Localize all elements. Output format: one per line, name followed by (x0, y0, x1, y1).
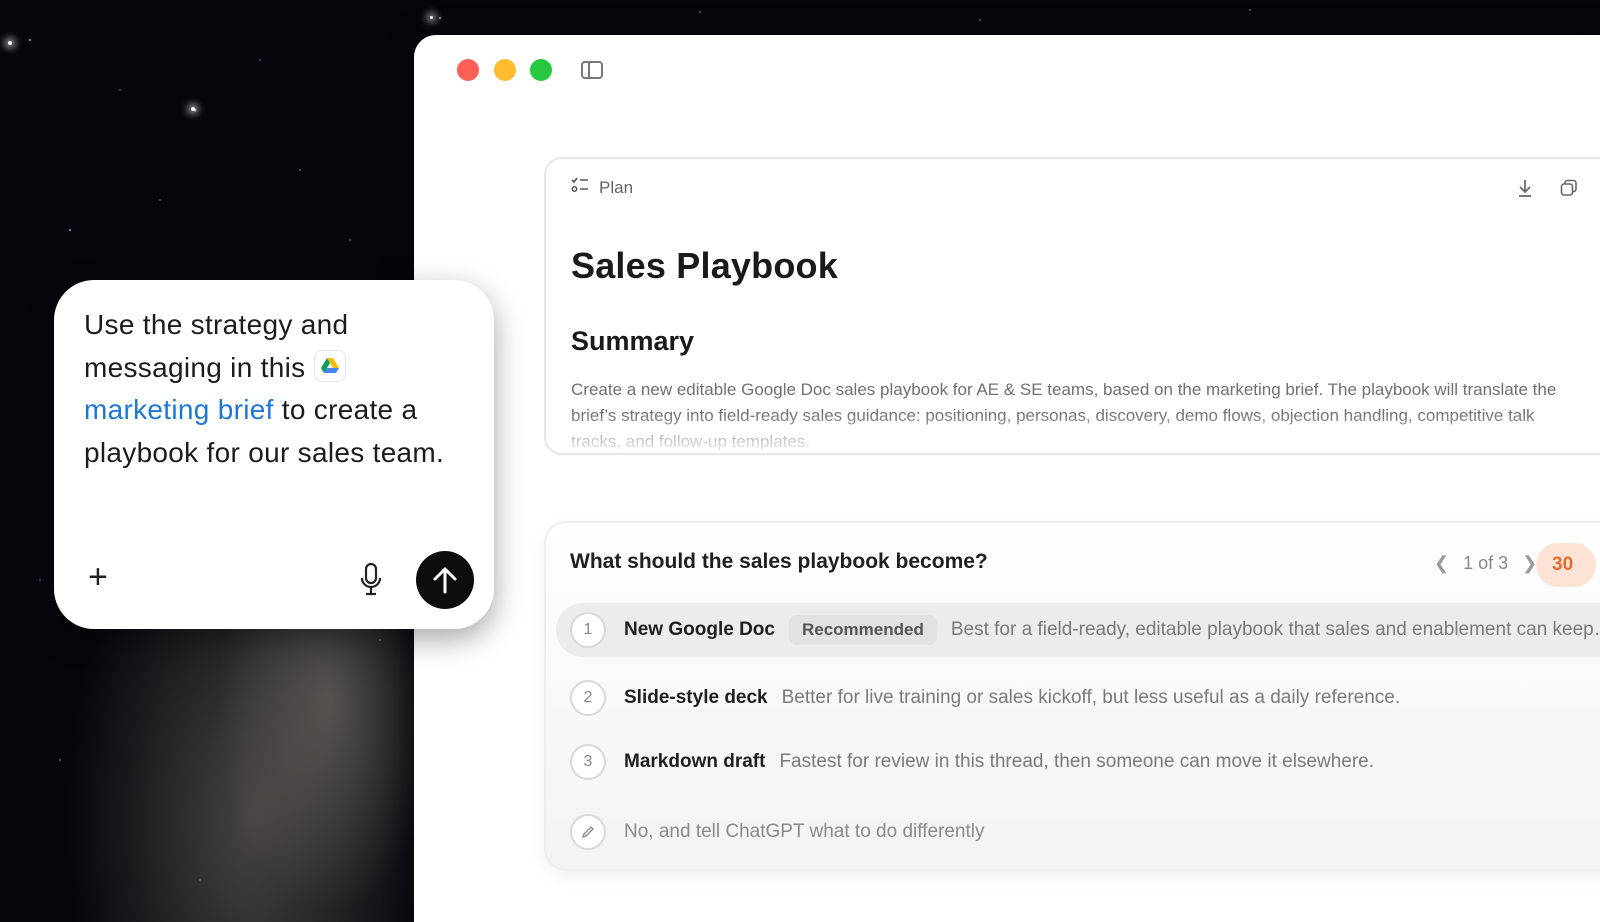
question-title: What should the sales playbook become? (570, 550, 988, 573)
prompt-composer: Use the strategy and messaging in this m… (54, 280, 494, 629)
star (191, 107, 195, 111)
star (430, 16, 433, 19)
option-title: New Google Doc (624, 619, 775, 640)
arrow-up-icon (433, 567, 457, 594)
summary-heading: Summary (571, 326, 695, 356)
option-title: Markdown draft (624, 751, 766, 772)
plan-label: Plan (599, 177, 634, 197)
option-description: Fastest for review in this thread, then … (779, 751, 1375, 772)
option-markdown-draft[interactable]: 3 Markdown draft Fastest for review in t… (556, 735, 1600, 789)
custom-answer-option[interactable]: No, and tell ChatGPT what to do differen… (556, 805, 1600, 859)
pencil-icon (570, 814, 606, 850)
option-number: 1 (570, 612, 606, 648)
close-window-button[interactable] (457, 59, 479, 81)
microphone-icon[interactable] (359, 562, 382, 597)
question-card: What should the sales playbook become? ❮… (544, 521, 1600, 871)
option-number: 2 (570, 680, 606, 716)
prompt-text-before: Use the strategy and messaging in this (84, 309, 349, 383)
add-attachment-button[interactable]: + (88, 560, 108, 594)
star (8, 41, 12, 45)
app-window: Plan Sales Playbook Summary Create a new… (414, 35, 1600, 922)
prompt-input[interactable]: Use the strategy and messaging in this m… (84, 304, 464, 474)
recommended-badge: Recommended (788, 615, 937, 645)
attachment-link[interactable]: marketing brief (84, 394, 274, 425)
send-button[interactable] (416, 551, 474, 609)
option-description: Best for a field-ready, editable playboo… (950, 619, 1600, 640)
checklist-icon (571, 177, 589, 198)
option-title: Slide-style deck (624, 687, 768, 708)
option-new-google-doc[interactable]: 1 New Google Doc Recommended Best for a … (556, 603, 1600, 657)
google-drive-icon (313, 349, 346, 382)
option-slide-style-deck[interactable]: 2 Slide-style deck Better for live train… (556, 671, 1600, 725)
download-icon[interactable] (1516, 179, 1534, 202)
question-pager: ❮ 1 of 3 ❯ (1434, 553, 1537, 574)
plan-actions (1516, 179, 1600, 202)
custom-answer-placeholder: No, and tell ChatGPT what to do differen… (624, 821, 985, 842)
option-number: 3 (570, 744, 606, 780)
chevron-right-icon[interactable]: ❯ (1522, 553, 1537, 574)
fade-overlay (546, 413, 1600, 453)
plan-card: Plan Sales Playbook Summary Create a new… (544, 157, 1600, 455)
copy-icon[interactable] (1560, 179, 1578, 202)
countdown-badge: 30 (1536, 543, 1596, 587)
chevron-left-icon[interactable]: ❮ (1434, 553, 1449, 574)
plan-header: Plan (571, 177, 633, 198)
option-description: Better for live training or sales kickof… (781, 687, 1401, 708)
pager-label: 1 of 3 (1463, 553, 1509, 573)
sidebar-toggle-icon[interactable] (581, 61, 603, 79)
minimize-window-button[interactable] (494, 59, 516, 81)
document-title: Sales Playbook (571, 245, 838, 286)
maximize-window-button[interactable] (530, 59, 552, 81)
